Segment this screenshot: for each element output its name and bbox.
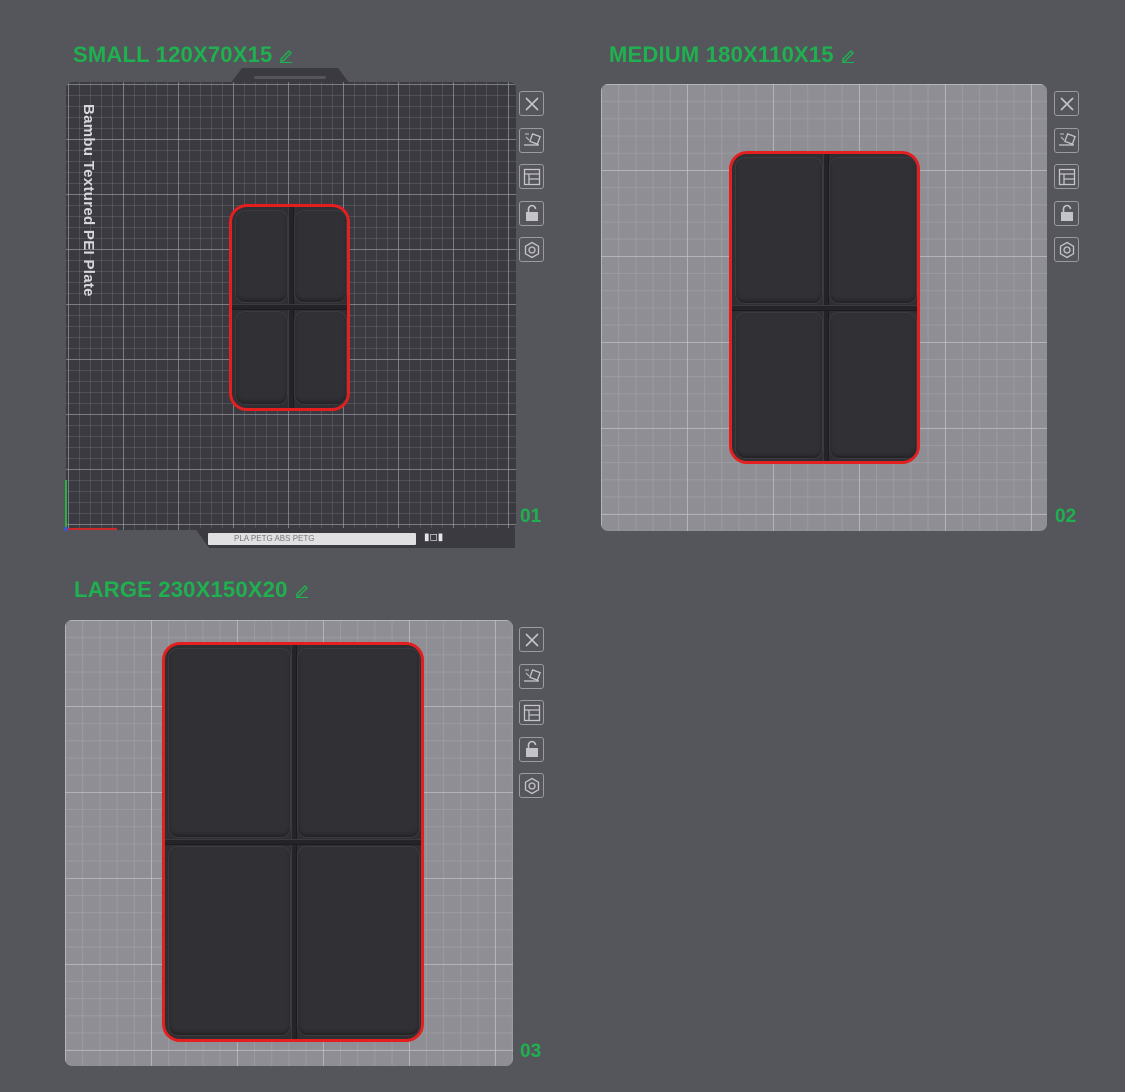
plate-1-bed-label: Bambu Textured PEI Plate — [80, 104, 97, 297]
plate-1-number: 01 — [520, 506, 542, 527]
plate-2-tray[interactable] — [729, 151, 920, 464]
settings-icon — [524, 241, 539, 258]
auto-orient-button[interactable] — [519, 127, 544, 153]
lock-icon — [525, 740, 538, 757]
settings-icon — [524, 777, 539, 794]
plate-1-footer-strip: PLA PETG ABS PETG — [208, 533, 416, 545]
tray-compartment — [297, 846, 420, 1036]
plate-3-title-text: LARGE 230X150X20 — [74, 577, 288, 602]
plate-3-title: LARGE 230X150X20 — [74, 577, 310, 603]
x-axis-indicator — [65, 528, 117, 530]
plate-3-tray[interactable] — [162, 642, 424, 1042]
tray-compartment — [735, 157, 823, 304]
close-button[interactable] — [519, 627, 544, 652]
tray-divider-horizontal — [732, 305, 917, 311]
close-button[interactable] — [1054, 91, 1079, 116]
tray-divider-horizontal — [232, 304, 347, 310]
close-icon — [524, 632, 539, 647]
plate-3-toolbar — [519, 627, 546, 810]
plate-1-footer-icons: ▮◻▮ — [424, 532, 444, 543]
lock-button[interactable] — [1054, 200, 1079, 226]
close-button[interactable] — [519, 91, 544, 116]
plate-2-number: 02 — [1055, 506, 1077, 527]
plate-1-title-text: SMALL 120X70X15 — [73, 42, 273, 67]
tray-compartment — [168, 648, 291, 838]
close-icon — [1059, 96, 1074, 111]
close-icon — [524, 96, 539, 111]
settings-button[interactable] — [1054, 237, 1079, 262]
auto-orient-icon — [523, 669, 541, 682]
z-axis-indicator — [64, 527, 68, 531]
tray-divider-horizontal — [165, 839, 421, 845]
settings-icon — [1059, 241, 1074, 258]
plate-2-toolbar — [1054, 91, 1081, 274]
arrange-icon — [1058, 168, 1075, 185]
edit-icon[interactable] — [278, 47, 294, 63]
lock-icon — [1060, 204, 1073, 221]
lock-icon — [525, 204, 538, 221]
arrange-button[interactable] — [519, 164, 544, 189]
edit-icon[interactable] — [294, 582, 310, 598]
plate-2-title: MEDIUM 180X110X15 — [609, 42, 856, 68]
tray-compartment — [829, 157, 917, 304]
settings-button[interactable] — [519, 237, 544, 262]
tray-compartment — [735, 312, 823, 459]
settings-button[interactable] — [519, 773, 544, 798]
edit-icon[interactable] — [840, 47, 856, 63]
tray-compartment — [235, 210, 288, 303]
lock-button[interactable] — [519, 200, 544, 226]
tray-compartment — [294, 311, 347, 405]
auto-orient-button[interactable] — [519, 663, 544, 689]
arrange-button[interactable] — [1054, 164, 1079, 189]
auto-orient-icon — [1058, 133, 1076, 146]
tray-compartment — [168, 846, 291, 1036]
arrange-button[interactable] — [519, 700, 544, 725]
arrange-icon — [523, 704, 540, 721]
plate-1-tray[interactable] — [229, 204, 350, 411]
auto-orient-button[interactable] — [1054, 127, 1079, 153]
auto-orient-icon — [523, 133, 541, 146]
tray-compartment — [297, 648, 420, 838]
arrange-icon — [523, 168, 540, 185]
tray-compartment — [294, 210, 347, 303]
plate-1-title: SMALL 120X70X15 — [73, 42, 294, 68]
y-axis-indicator — [65, 480, 67, 530]
tray-compartment — [235, 311, 288, 405]
plate-2-title-text: MEDIUM 180X110X15 — [609, 42, 834, 67]
lock-button[interactable] — [519, 736, 544, 762]
plate-1-toolbar — [519, 91, 546, 274]
tray-compartment — [829, 312, 917, 459]
plate-3-number: 03 — [520, 1041, 542, 1062]
